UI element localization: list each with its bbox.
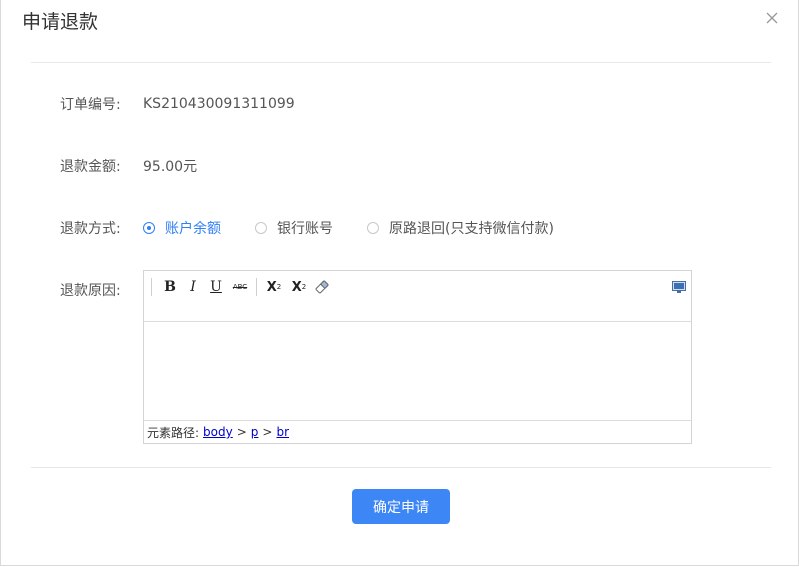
radio-account-balance[interactable]: 账户余额	[143, 218, 221, 238]
italic-button[interactable]: I	[183, 277, 203, 297]
refund-method-row: 退款方式: 账户余额 银行账号 原路退回(只支持微信付款)	[60, 218, 588, 238]
order-number-label: 订单编号:	[60, 97, 121, 113]
rich-text-editor: B I U ABC X2 X2 元素路径: body > p > br	[143, 270, 692, 444]
strikethrough-button[interactable]: ABC	[230, 277, 250, 297]
refund-reason-label: 退款原因:	[60, 283, 121, 299]
radio-original-route[interactable]: 原路退回(只支持微信付款)	[367, 218, 554, 238]
refund-amount-row: 退款金额: 95.00元	[60, 156, 197, 176]
superscript-mark: 2	[276, 283, 282, 291]
fullscreen-icon[interactable]	[669, 277, 689, 297]
radio-bank-account[interactable]: 银行账号	[255, 218, 333, 238]
subscript-x: X	[291, 279, 302, 295]
refund-amount-value: 95.00元	[143, 159, 198, 175]
radio-label[interactable]: 原路退回(只支持微信付款)	[389, 218, 554, 238]
close-icon[interactable]	[764, 10, 780, 26]
subscript-mark: 2	[301, 283, 307, 291]
eraser-icon[interactable]	[312, 277, 332, 297]
editor-toolbar: B I U ABC X2 X2	[144, 271, 691, 322]
order-number-row: 订单编号: KS210430091311099	[60, 94, 295, 114]
submit-refund-button[interactable]: 确定申请	[352, 489, 450, 524]
superscript-button[interactable]: X2	[264, 277, 284, 297]
superscript-x: X	[266, 279, 277, 295]
order-number-value: KS210430091311099	[143, 96, 295, 112]
radio-label[interactable]: 银行账号	[277, 218, 333, 238]
element-path-label: 元素路径:	[147, 425, 200, 440]
toolbar-separator	[256, 278, 257, 296]
radio-button-checked[interactable]	[143, 222, 155, 234]
refund-amount-label: 退款金额:	[60, 159, 121, 175]
refund-method-radio-group: 账户余额 银行账号 原路退回(只支持微信付款)	[143, 218, 588, 238]
path-link-body[interactable]: body	[203, 425, 233, 439]
refund-reason-row: 退款原因:	[60, 280, 143, 300]
bold-button[interactable]: B	[160, 277, 180, 297]
radio-button[interactable]	[255, 222, 267, 234]
path-link-br[interactable]: br	[276, 425, 289, 439]
toolbar-separator	[151, 278, 152, 296]
radio-button[interactable]	[367, 222, 379, 234]
refund-dialog: 申请退款 订单编号: KS210430091311099 退款金额: 95.00…	[0, 0, 799, 566]
element-path-bar: 元素路径: body > p > br	[144, 420, 691, 443]
radio-label[interactable]: 账户余额	[165, 218, 221, 238]
editor-content-area[interactable]	[144, 322, 691, 422]
footer-divider	[31, 467, 771, 468]
path-separator: >	[262, 425, 273, 439]
underline-button[interactable]: U	[206, 277, 226, 297]
header-divider	[31, 62, 771, 63]
dialog-title: 申请退款	[22, 11, 99, 33]
subscript-button[interactable]: X2	[289, 277, 309, 297]
refund-method-label: 退款方式:	[60, 221, 121, 237]
path-link-p[interactable]: p	[251, 425, 259, 439]
path-separator: >	[236, 425, 247, 439]
